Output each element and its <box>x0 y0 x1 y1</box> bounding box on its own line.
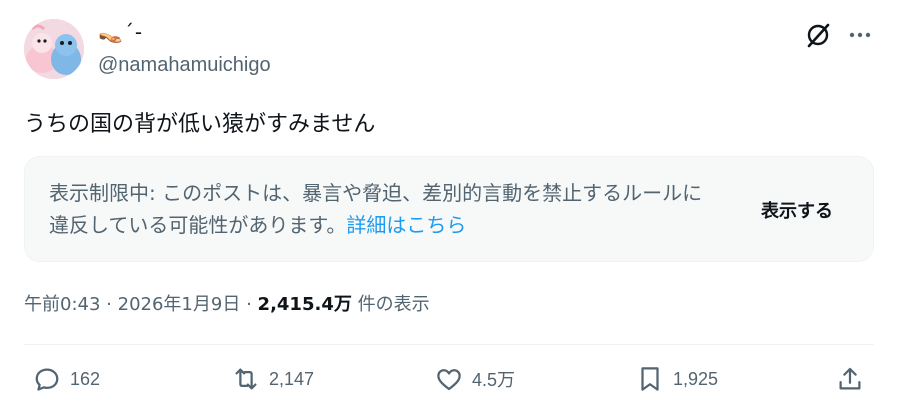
view-count-label: 件の表示 <box>357 294 430 315</box>
show-button[interactable]: 表示する <box>761 197 833 223</box>
tweet-date[interactable]: 2026年1月9日 <box>118 294 241 315</box>
display-name[interactable]: 👡´- <box>98 20 143 44</box>
bookmark-count: 1,925 <box>673 368 719 389</box>
meta-separator: · <box>246 294 252 315</box>
share-button[interactable] <box>835 364 865 394</box>
meta-separator: · <box>106 294 112 315</box>
bookmark-button[interactable]: 1,925 <box>635 364 718 394</box>
details-link[interactable]: 詳細はこちら <box>346 213 466 237</box>
view-count: 2,415.4万 <box>257 294 352 315</box>
bookmark-icon <box>641 367 659 391</box>
tweet-text: うちの国の背が低い猿がすみません <box>24 112 376 137</box>
tweet-time[interactable]: 午前0:43 <box>24 294 100 315</box>
like-button[interactable]: 4.5万 <box>434 364 515 394</box>
more-icon[interactable] <box>845 20 875 50</box>
repost-icon <box>235 368 257 390</box>
divider <box>24 344 874 345</box>
like-icon <box>437 369 461 391</box>
repost-count: 2,147 <box>269 368 315 389</box>
reply-count: 162 <box>70 368 101 389</box>
repost-button[interactable]: 2,147 <box>231 364 314 394</box>
content-warning-notice: 表示制限中: このポストは、暴言や脅迫、差別的言動を禁止するルールに違反している… <box>24 156 874 262</box>
notice-text: 表示制限中: このポストは、暴言や脅迫、差別的言動を禁止するルールに違反している… <box>49 177 709 241</box>
like-count: 4.5万 <box>472 370 516 390</box>
avatar[interactable] <box>24 19 84 79</box>
user-handle[interactable]: @namahamuichigo <box>98 54 271 77</box>
tweet-meta: 午前0:43 · 2026年1月9日 · 2,415.4万 件の表示 <box>24 290 430 316</box>
avatar-image <box>24 19 84 79</box>
reply-button[interactable]: 162 <box>32 364 100 394</box>
share-icon <box>839 367 861 390</box>
grok-icon[interactable] <box>803 20 833 50</box>
reply-icon <box>35 368 59 391</box>
